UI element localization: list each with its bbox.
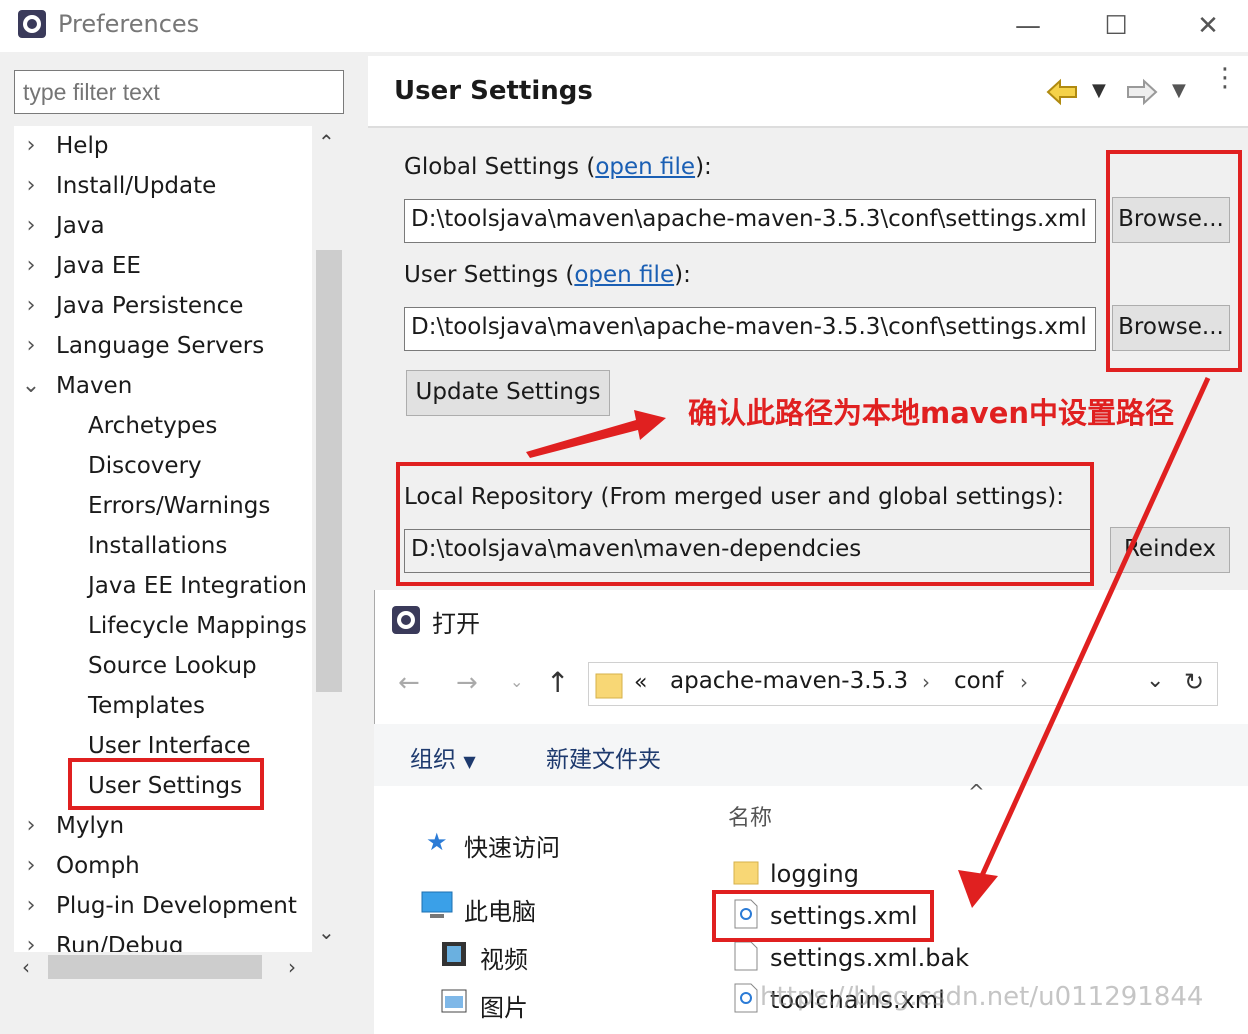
- arrow-line-to-settings-xml: [977, 376, 1211, 882]
- watermark: https://blog.csdn.net/u011291844: [760, 982, 1204, 1012]
- annotation-arrows: [526, 376, 1211, 908]
- arrow-to-local-repository: [526, 410, 666, 458]
- arrow-head-to-settings-xml: [958, 870, 998, 908]
